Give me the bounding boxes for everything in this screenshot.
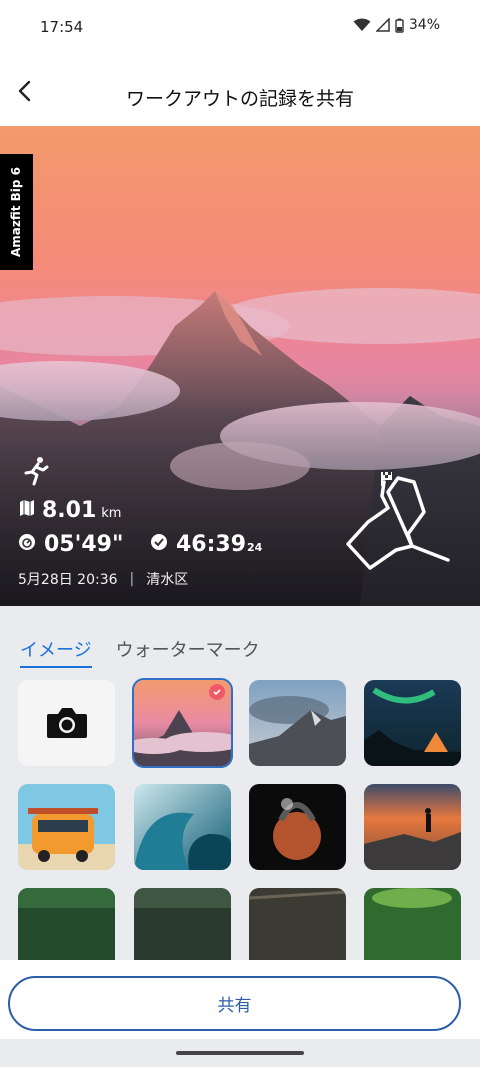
running-icon bbox=[24, 457, 49, 486]
wifi-icon bbox=[353, 18, 371, 32]
image-tile-leaves[interactable] bbox=[364, 888, 461, 960]
camera-tile[interactable] bbox=[18, 680, 115, 766]
workout-meta: 5月28日 20:36 | 清水区 bbox=[18, 569, 188, 589]
selected-check-icon bbox=[209, 684, 225, 700]
image-tile-forest-2[interactable] bbox=[134, 888, 231, 960]
signal-icon bbox=[375, 18, 390, 32]
image-tile-wave[interactable] bbox=[134, 784, 231, 870]
duration-seconds: 24 bbox=[247, 541, 263, 554]
workout-date: 5月28日 20:36 bbox=[18, 572, 118, 588]
status-icons: 34% bbox=[353, 17, 440, 33]
share-button[interactable]: 共有 bbox=[8, 976, 461, 1031]
navigation-bar bbox=[0, 1039, 480, 1067]
distance-stat: 8.01 km bbox=[18, 498, 121, 523]
battery-percent: 34% bbox=[408, 17, 440, 33]
duration-stat: 46:39 24 bbox=[150, 532, 262, 557]
status-bar: 17:54 34% bbox=[0, 0, 480, 56]
pace-value: 05'49" bbox=[44, 532, 124, 557]
device-tag: Amazfit Bip 6 bbox=[0, 154, 33, 270]
header: ワークアウトの記録を共有 bbox=[0, 56, 480, 126]
clock-check-icon bbox=[151, 534, 167, 550]
pace-stat: 05'49" bbox=[18, 532, 123, 557]
device-name: Amazfit Bip 6 bbox=[9, 166, 24, 258]
tab-bar: イメージ ウォーターマーク bbox=[20, 636, 260, 668]
image-tile-aurora-tent[interactable] bbox=[364, 680, 461, 766]
image-tile-orange-van[interactable] bbox=[18, 784, 115, 870]
distance-unit: km bbox=[101, 506, 122, 521]
bottom-bar: 共有 bbox=[0, 960, 480, 1067]
image-tile-kettlebell[interactable] bbox=[249, 784, 346, 870]
battery-icon bbox=[395, 18, 404, 33]
camera-icon bbox=[46, 708, 87, 738]
workout-location: 清水区 bbox=[146, 572, 189, 588]
status-time: 17:54 bbox=[40, 18, 84, 36]
home-indicator[interactable] bbox=[176, 1051, 304, 1055]
distance-value: 8.01 bbox=[42, 498, 97, 523]
duration-value: 46:39 bbox=[176, 532, 247, 557]
image-tile-forest-1[interactable] bbox=[18, 888, 115, 960]
image-tile-sunset-hiker[interactable] bbox=[364, 784, 461, 870]
image-tile-mountain-grey[interactable] bbox=[249, 680, 346, 766]
tab-image[interactable]: イメージ bbox=[20, 636, 92, 668]
tab-watermark[interactable]: ウォーターマーク bbox=[116, 636, 260, 668]
image-tile-mountain-pink[interactable] bbox=[132, 678, 233, 768]
page-title: ワークアウトの記録を共有 bbox=[125, 88, 354, 110]
image-tile-branches[interactable] bbox=[249, 888, 346, 960]
background-picker: イメージ ウォーターマーク bbox=[0, 606, 480, 960]
speedometer-icon bbox=[19, 534, 35, 550]
map-icon bbox=[20, 500, 34, 516]
route-map-icon bbox=[346, 472, 450, 570]
meta-separator: | bbox=[129, 571, 135, 587]
share-preview: Amazfit Bip 6 8.01 km 05'49" 46:39 24 5月… bbox=[0, 126, 480, 606]
